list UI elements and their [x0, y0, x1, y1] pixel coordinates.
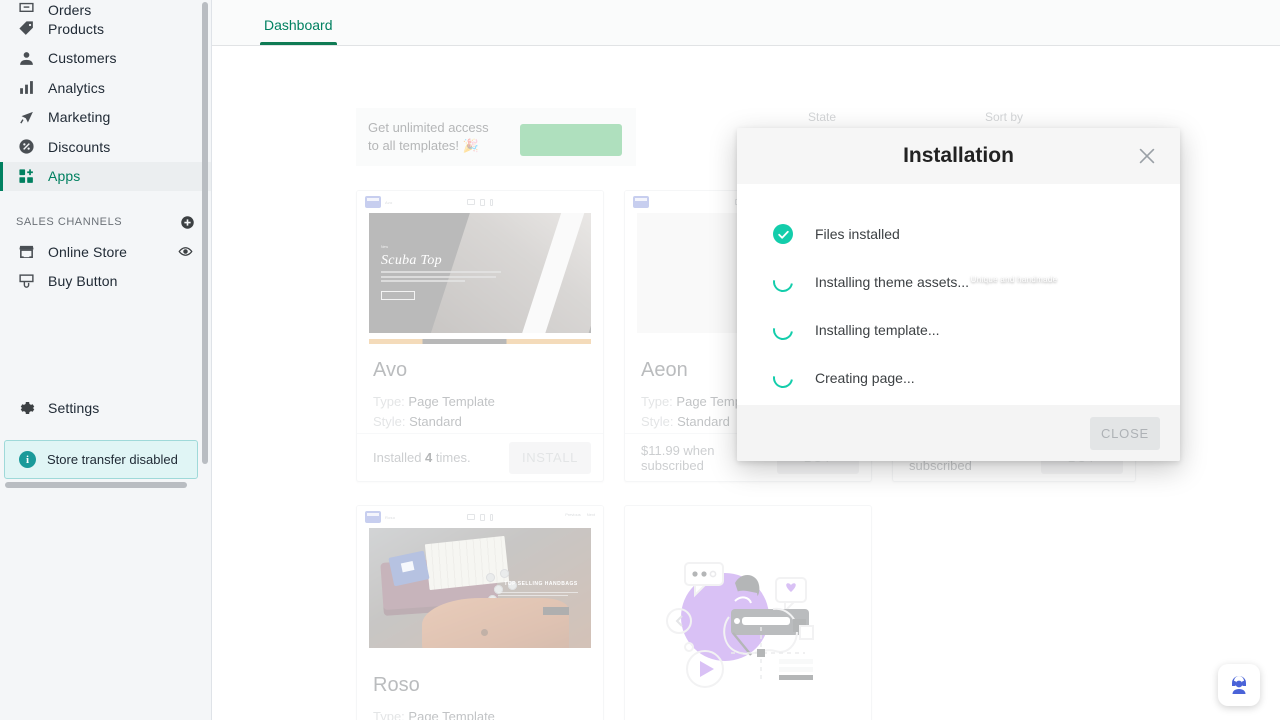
sidebar-item-customers[interactable]: Customers [0, 44, 211, 74]
gear-icon [16, 398, 36, 418]
store-transfer-banner[interactable]: i Store transfer disabled [4, 440, 198, 479]
sidebar-item-settings[interactable]: Settings [0, 393, 211, 423]
preview-caption: Unique and handmade [905, 275, 1123, 284]
eye-icon[interactable] [178, 244, 193, 259]
sidebar-item-discounts[interactable]: Discounts [0, 132, 211, 162]
installation-modal: Installation Files installed Inst [737, 128, 1180, 461]
sidebar-item-label: Products [48, 21, 104, 37]
store-transfer-label: Store transfer disabled [47, 452, 178, 467]
sidebar-vertical-scroll-thumb[interactable] [202, 2, 208, 464]
store-icon [16, 242, 36, 262]
install-step-label: Files installed [815, 226, 900, 242]
support-chat-button[interactable] [1218, 664, 1260, 706]
install-step: Files installed [737, 210, 1180, 258]
person-icon [16, 48, 36, 68]
apps-icon [16, 166, 36, 186]
sidebar-item-online-store[interactable]: Online Store [0, 237, 211, 267]
sidebar-item-apps[interactable]: Apps [0, 162, 211, 192]
install-step: Installing template... [737, 306, 1180, 354]
spinner-icon [773, 320, 793, 340]
support-agent-icon [1227, 673, 1251, 697]
sales-channels-title: SALES CHANNELS [16, 216, 122, 228]
install-step: Creating page... [737, 354, 1180, 402]
sidebar-horizontal-scroll-thumb[interactable] [5, 482, 187, 488]
bar-chart-icon [16, 78, 36, 98]
tag-icon [16, 19, 36, 39]
check-circle-icon [773, 224, 793, 244]
sidebar-nav: Orders Products Customers Analytics [0, 0, 211, 191]
modal-close-button[interactable]: CLOSE [1090, 417, 1160, 450]
plus-circle-icon[interactable] [180, 215, 195, 230]
sidebar-item-buy-button[interactable]: Buy Button [0, 267, 211, 297]
modal-footer: CLOSE [737, 405, 1180, 461]
info-icon: i [19, 451, 36, 468]
app-root: Orders Products Customers Analytics [0, 0, 1280, 720]
buy-button-icon [16, 271, 36, 291]
sidebar-item-products[interactable]: Products [0, 14, 211, 44]
sidebar-item-label: Online Store [48, 244, 127, 260]
sidebar-item-orders[interactable]: Orders [0, 0, 211, 14]
sidebar-item-label: Settings [48, 400, 99, 416]
sidebar-item-analytics[interactable]: Analytics [0, 73, 211, 103]
sidebar-item-label: Apps [48, 168, 80, 184]
modal-title: Installation [903, 144, 1014, 168]
modal-body: Files installed Installing theme assets.… [737, 184, 1180, 405]
sidebar-item-label: Customers [48, 50, 117, 66]
install-step-label: Creating page... [815, 370, 915, 386]
tab-bar: Dashboard [212, 0, 1280, 46]
main-content: Dashboard Get unlimited access to all te… [212, 0, 1280, 720]
sidebar-item-label: Discounts [48, 139, 110, 155]
tab-label: Dashboard [264, 17, 333, 33]
megaphone-icon [16, 107, 36, 127]
sidebar-item-label: Analytics [48, 80, 105, 96]
sidebar-item-label: Buy Button [48, 273, 118, 289]
dashboard-content: Get unlimited access to all templates! 🎉… [212, 46, 1280, 720]
tab-dashboard[interactable]: Dashboard [260, 17, 337, 45]
spinner-icon [773, 272, 793, 292]
close-icon[interactable] [1136, 145, 1158, 167]
sidebar-item-marketing[interactable]: Marketing [0, 103, 211, 133]
modal-header: Installation [737, 128, 1180, 184]
sales-channels-header: SALES CHANNELS [0, 207, 211, 237]
sidebar-vertical-scrollbar[interactable] [203, 0, 210, 470]
discount-icon [16, 137, 36, 157]
sidebar-item-label: Marketing [48, 109, 110, 125]
sidebar: Orders Products Customers Analytics [0, 0, 212, 720]
spinner-icon [773, 368, 793, 388]
install-step-label: Installing template... [815, 322, 940, 338]
